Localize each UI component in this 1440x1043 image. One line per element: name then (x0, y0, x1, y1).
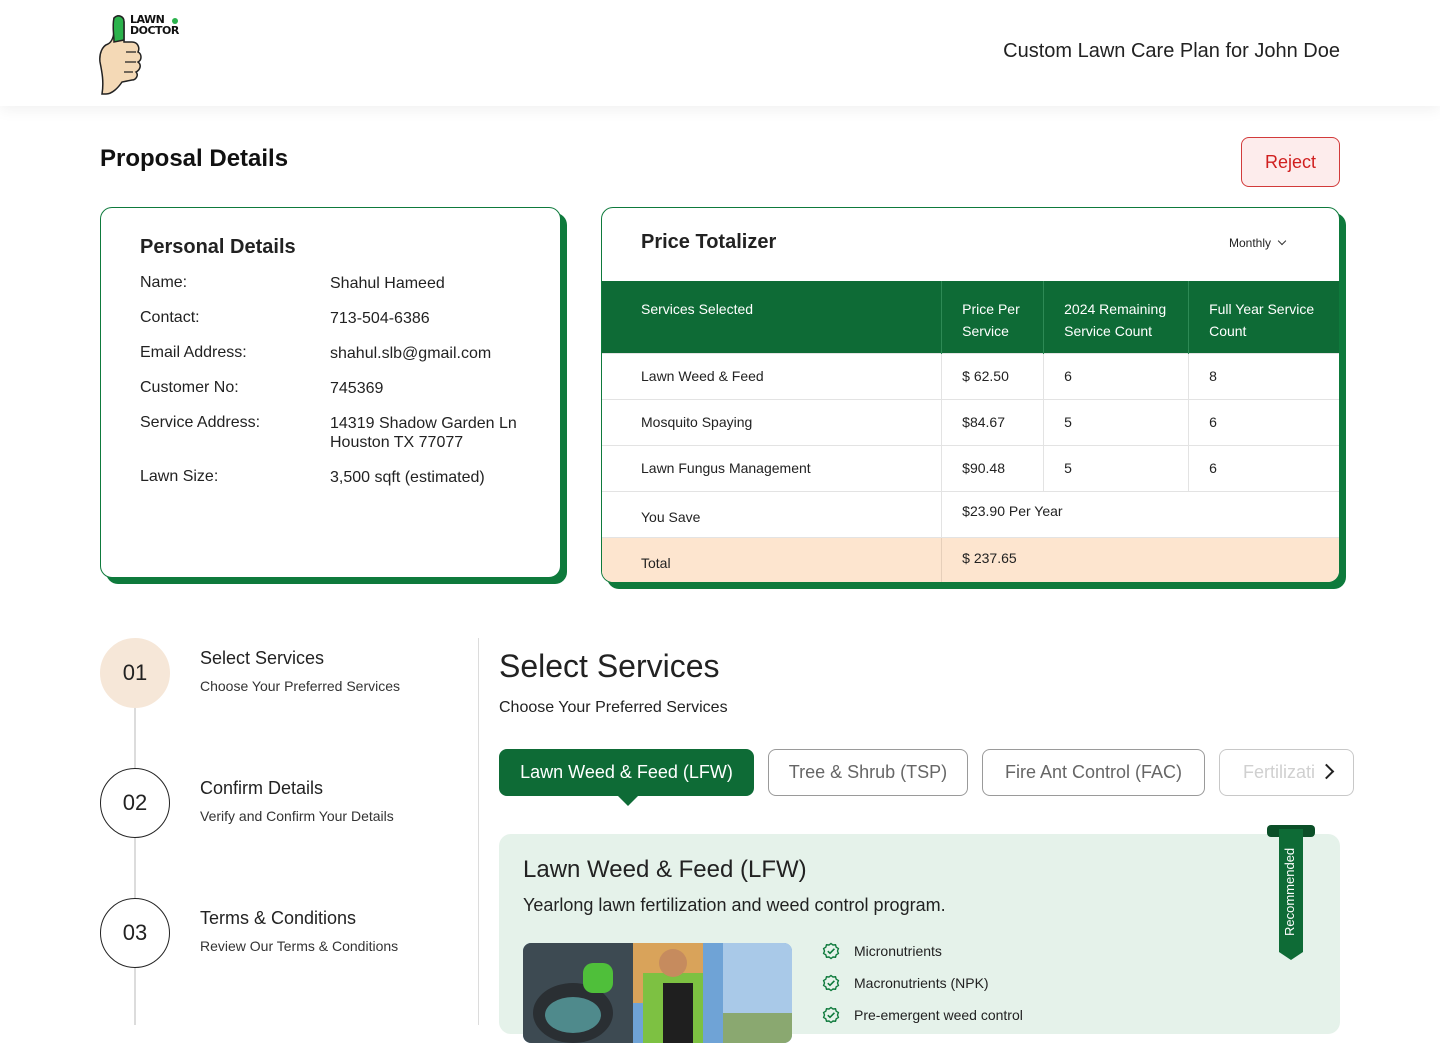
top-header: LAWN DOCTOR Custom Lawn Care Plan for Jo… (0, 0, 1440, 106)
badge-check-icon (822, 942, 840, 960)
tab-fire-ant-control[interactable]: Fire Ant Control (FAC) (982, 749, 1205, 796)
you-save-value: $23.90 Per Year (941, 490, 1339, 537)
select-services-subtitle: Choose Your Preferred Services (499, 699, 728, 716)
pd-value-line1: 14319 Shadow Garden Ln (330, 415, 517, 432)
period-dropdown-label: Monthly (1229, 236, 1272, 250)
feature-label: Micronutrients (854, 943, 942, 959)
select-services-title: Select Services (499, 648, 720, 684)
table-row: Mosquito Spaying $84.67 5 6 (602, 398, 1339, 445)
total-label: Total (602, 536, 943, 582)
step-3-subtitle: Review Our Terms & Conditions (200, 938, 399, 954)
step-1-circle[interactable]: 01 (100, 638, 170, 708)
cell-remaining: 5 (1043, 398, 1190, 445)
pd-value: 3,500 sqft (estimated) (330, 469, 485, 486)
you-save-row: You Save $23.90 Per Year (602, 490, 1339, 537)
table-row: Lawn Weed & Feed $ 62.50 6 8 (602, 352, 1339, 399)
column-header: Services Selected (602, 281, 943, 353)
personal-details-title: Personal Details (140, 236, 296, 258)
step-1-subtitle: Choose Your Preferred Services (200, 678, 400, 694)
service-card: Lawn Weed & Feed (LFW) Yearlong lawn fer… (499, 834, 1340, 1043)
lawn-doctor-logo[interactable]: LAWN DOCTOR (98, 12, 188, 96)
reject-button[interactable]: Reject (1241, 137, 1340, 187)
price-totalizer-card: Price Totalizer Monthly Services Selecte… (601, 207, 1340, 583)
recommended-badge-label: Recommended (1282, 847, 1297, 936)
chevron-down-icon (1277, 236, 1287, 246)
cell-price: $84.67 (941, 398, 1045, 445)
header-title: Custom Lawn Care Plan for John Doe (1003, 40, 1340, 62)
service-photo (523, 943, 792, 1043)
leaf-icon (172, 18, 178, 24)
badge-check-icon (822, 974, 840, 992)
pd-label: Service Address: (140, 414, 261, 431)
cell-remaining: 6 (1043, 352, 1190, 399)
you-save-label: You Save (602, 490, 943, 537)
pd-value: Shahul Hameed (330, 275, 445, 292)
cell-full-year: 6 (1188, 398, 1339, 445)
tab-tree-shrub[interactable]: Tree & Shrub (TSP) (768, 749, 968, 796)
step-3-title[interactable]: Terms & Conditions (200, 908, 356, 929)
pd-label: Email Address: (140, 344, 247, 361)
price-totalizer-title: Price Totalizer (641, 231, 777, 253)
chevron-right-icon[interactable] (1318, 760, 1340, 784)
cell-full-year: 8 (1188, 352, 1339, 399)
cell-price: $90.48 (941, 444, 1045, 491)
cell-full-year: 6 (1188, 444, 1339, 491)
section-divider (478, 638, 479, 1025)
price-table: Services Selected Price Per Service 2024… (602, 281, 1339, 582)
page-title: Proposal Details (100, 145, 289, 172)
personal-details-card: Personal Details Name: Shahul Hameed Con… (100, 207, 561, 578)
active-tab-caret (616, 794, 640, 806)
cell-price: $ 62.50 (941, 352, 1045, 399)
step-2-circle[interactable]: 02 (100, 768, 170, 838)
step-2-subtitle: Verify and Confirm Your Details (200, 808, 394, 824)
total-value: $ 237.65 (941, 536, 1339, 582)
column-header: Full Year Service Count (1188, 281, 1339, 353)
period-dropdown[interactable]: Monthly (1229, 236, 1287, 250)
tab-lawn-weed-feed[interactable]: Lawn Weed & Feed (LFW) (499, 749, 754, 796)
service-card-title: Lawn Weed & Feed (LFW) (523, 856, 807, 883)
column-header: 2024 Remaining Service Count (1043, 281, 1190, 353)
pd-label: Lawn Size: (140, 468, 219, 485)
column-header: Price Per Service (941, 281, 1045, 353)
pd-value: 713-504-6386 (330, 310, 430, 327)
table-row: Lawn Fungus Management $90.48 5 6 (602, 444, 1339, 491)
pd-label: Customer No: (140, 379, 239, 396)
badge-check-icon (822, 1006, 840, 1024)
step-3-circle[interactable]: 03 (100, 898, 170, 968)
steps-connector (134, 700, 136, 1025)
total-row: Total $ 237.65 (602, 536, 1339, 582)
cell-remaining: 5 (1043, 444, 1190, 491)
service-card-description: Yearlong lawn fertilization and weed con… (523, 895, 946, 915)
step-2-title[interactable]: Confirm Details (200, 778, 323, 799)
cell-service: Mosquito Spaying (602, 398, 943, 445)
cell-service: Lawn Weed & Feed (602, 352, 943, 399)
pd-value-line2: Houston TX 77077 (330, 434, 464, 451)
step-1-title[interactable]: Select Services (200, 648, 324, 669)
pd-value: shahul.slb@gmail.com (330, 345, 492, 362)
feature-label: Pre-emergent weed control (854, 1007, 1023, 1023)
logo-text-line2: DOCTOR (130, 24, 179, 37)
pd-label: Contact: (140, 309, 200, 326)
pd-value: 745369 (330, 380, 384, 397)
feature-label: Macronutrients (NPK) (854, 975, 989, 991)
cell-service: Lawn Fungus Management (602, 444, 943, 491)
pd-label: Name: (140, 274, 188, 291)
